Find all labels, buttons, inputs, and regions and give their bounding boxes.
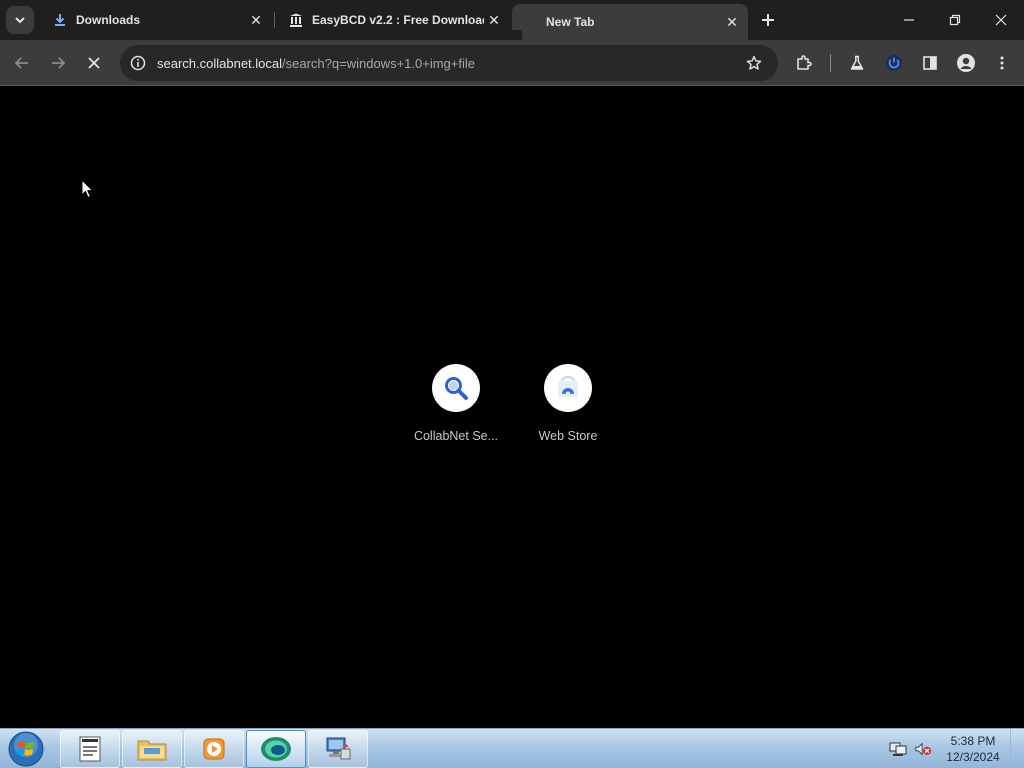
close-icon bbox=[995, 14, 1007, 26]
close-icon[interactable]: ✕ bbox=[246, 10, 266, 30]
more-vertical-icon bbox=[1000, 56, 1004, 70]
puzzle-icon bbox=[797, 55, 812, 70]
menu-button[interactable] bbox=[988, 49, 1016, 77]
extension-power-button[interactable] bbox=[880, 49, 908, 77]
avatar-icon bbox=[957, 54, 975, 72]
shortcut-collabnet-search[interactable]: CollabNet Se... bbox=[400, 364, 512, 443]
show-desktop-button[interactable] bbox=[1010, 729, 1024, 768]
bookmark-star-icon[interactable] bbox=[744, 53, 764, 73]
close-icon[interactable]: ✕ bbox=[722, 12, 742, 32]
restore-icon bbox=[949, 14, 961, 26]
back-button[interactable] bbox=[8, 49, 36, 77]
browser-icon bbox=[261, 737, 291, 761]
computer-network-icon bbox=[326, 737, 351, 760]
web-store-icon bbox=[558, 376, 578, 397]
plus-icon bbox=[762, 14, 774, 26]
tab-downloads[interactable]: Downloads ✕ bbox=[40, 4, 272, 36]
tab-strip: Downloads ✕ EasyBCD v2.2 : Free Download… bbox=[0, 0, 1024, 40]
url-path: /search?q=windows+1.0+img+file bbox=[282, 55, 475, 71]
shortcut-label: CollabNet Se... bbox=[413, 429, 499, 443]
system-clock[interactable]: 5:38 PM 12/3/2024 bbox=[942, 733, 1004, 765]
shortcut-icon-circle bbox=[432, 364, 480, 412]
close-icon[interactable]: ✕ bbox=[484, 10, 504, 30]
restore-button[interactable] bbox=[932, 0, 978, 40]
arrow-right-icon bbox=[52, 57, 66, 69]
network-tray-icon[interactable] bbox=[889, 740, 907, 758]
windows-taskbar: 5:38 PM 12/3/2024 bbox=[0, 728, 1024, 768]
tab-favicon-placeholder bbox=[532, 14, 538, 30]
shortcut-icon-circle bbox=[544, 364, 592, 412]
taskbar-item-document[interactable] bbox=[60, 730, 120, 768]
new-tab-button[interactable] bbox=[756, 8, 780, 32]
close-window-button[interactable] bbox=[978, 0, 1024, 40]
arrow-left-icon bbox=[14, 57, 28, 69]
volume-muted-tray-icon[interactable] bbox=[914, 740, 932, 758]
start-button[interactable] bbox=[6, 730, 46, 768]
tab-new-tab[interactable]: New Tab ✕ bbox=[512, 4, 748, 40]
address-bar[interactable]: search.collabnet.local/search?q=windows+… bbox=[120, 45, 778, 81]
close-icon bbox=[88, 57, 100, 69]
folder-icon bbox=[137, 740, 167, 761]
download-icon bbox=[52, 12, 68, 28]
new-tab-page: CollabNet Se... Web Store bbox=[0, 87, 1024, 728]
taskbar-item-media-player[interactable] bbox=[184, 730, 244, 768]
clock-time: 5:38 PM bbox=[950, 734, 996, 748]
tab-divider bbox=[274, 12, 275, 28]
media-player-icon bbox=[203, 738, 225, 760]
side-panel-icon bbox=[923, 56, 937, 70]
extensions-button[interactable] bbox=[790, 49, 818, 77]
windows-logo-icon bbox=[8, 731, 44, 767]
document-icon bbox=[79, 736, 101, 762]
search-icon bbox=[445, 377, 468, 400]
tab-title: New Tab bbox=[546, 15, 595, 29]
tab-title: Downloads bbox=[76, 13, 141, 27]
mouse-cursor-icon bbox=[81, 179, 94, 199]
url-host: search.collabnet.local bbox=[157, 55, 283, 71]
columns-icon bbox=[288, 12, 304, 28]
taskbar-item-browser[interactable] bbox=[246, 730, 306, 768]
tab-search-button[interactable] bbox=[6, 6, 34, 34]
clock-date: 12/3/2024 bbox=[946, 750, 1000, 764]
flask-icon bbox=[850, 55, 864, 70]
info-icon[interactable] bbox=[128, 53, 148, 73]
taskbar-item-explorer[interactable] bbox=[122, 730, 182, 768]
tab-easybcd[interactable]: EasyBCD v2.2 : Free Download ✕ bbox=[276, 4, 510, 36]
forward-button[interactable] bbox=[44, 49, 72, 77]
shortcut-label: Web Store bbox=[538, 429, 598, 443]
toolbar-separator bbox=[830, 54, 831, 72]
minimize-button[interactable] bbox=[886, 0, 932, 40]
power-icon bbox=[886, 55, 902, 71]
tab-title: EasyBCD v2.2 : Free Download bbox=[312, 13, 484, 27]
side-panel-button[interactable] bbox=[916, 49, 944, 77]
browser-toolbar: search.collabnet.local/search?q=windows+… bbox=[0, 40, 1024, 86]
stop-loading-button[interactable] bbox=[80, 49, 108, 77]
taskbar-item-network-tool[interactable] bbox=[308, 730, 368, 768]
minimize-icon bbox=[904, 19, 914, 21]
chevron-down-icon bbox=[15, 17, 25, 24]
shortcut-web-store[interactable]: Web Store bbox=[512, 364, 624, 443]
labs-button[interactable] bbox=[843, 49, 871, 77]
profile-button[interactable] bbox=[952, 49, 980, 77]
url-text: search.collabnet.local/search?q=windows+… bbox=[157, 56, 475, 71]
